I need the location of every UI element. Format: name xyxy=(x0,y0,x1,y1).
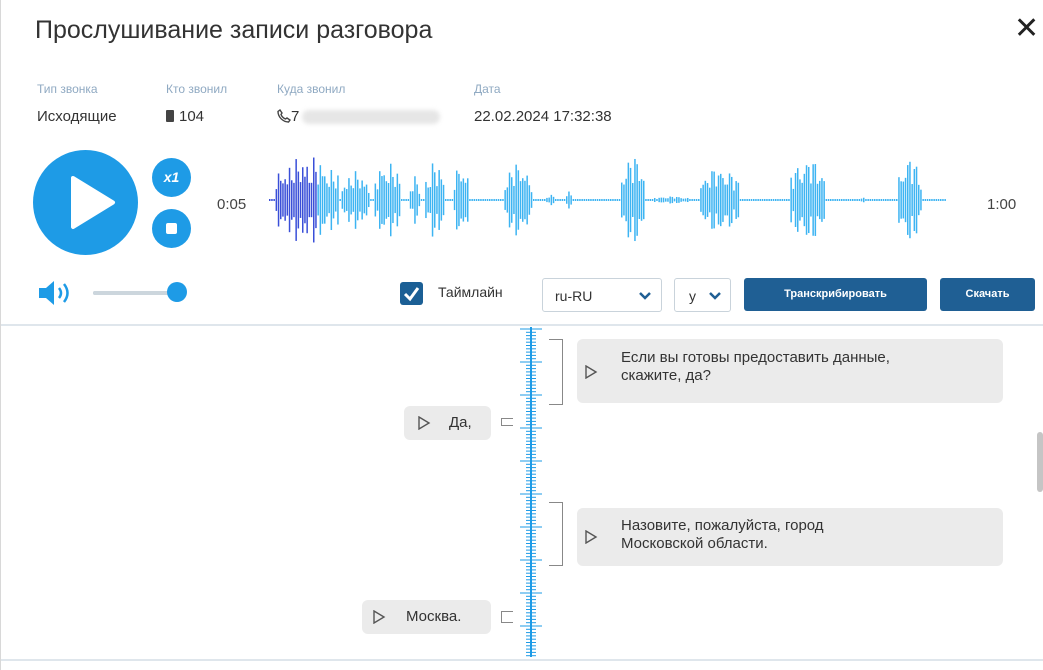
recording-dialog: Прослушивание записи разговора ✕ Тип зво… xyxy=(0,0,1043,670)
language-select-value: ru-RU xyxy=(555,288,593,304)
dialog-title: Прослушивание записи разговора xyxy=(35,16,433,44)
bubble-text: Москва. xyxy=(406,608,462,625)
second-select[interactable]: у xyxy=(674,278,731,312)
download-button[interactable]: Скачать xyxy=(940,278,1035,311)
transcript-bubble-operator: Назовите, пожалуйста, город Московской о… xyxy=(577,508,1003,566)
caller-value: 104 xyxy=(179,108,205,125)
speed-button[interactable]: x1 xyxy=(152,158,191,197)
waveform[interactable] xyxy=(269,150,949,250)
play-segment-icon[interactable] xyxy=(584,530,598,544)
blurred-phone-number xyxy=(302,110,441,125)
call-type-value: Исходящие xyxy=(37,108,117,125)
volume-slider-track[interactable] xyxy=(93,291,178,295)
transcript-bubble-operator: Если вы готовы предоставить данные, скаж… xyxy=(577,339,1003,403)
checkmark-icon xyxy=(403,287,420,302)
play-segment-icon[interactable] xyxy=(372,610,386,624)
call-type-label: Тип звонка xyxy=(37,82,98,96)
phone-device-icon xyxy=(166,110,174,122)
callee-value-wrap: 7 xyxy=(277,108,441,125)
bubble-text: Да, xyxy=(449,414,472,431)
segment-bracket xyxy=(549,502,563,566)
bottom-border xyxy=(1,659,1043,661)
chevron-down-icon xyxy=(639,292,651,300)
play-button[interactable] xyxy=(33,150,138,255)
bubble-text-line1: Назовите, пожалуйста, город xyxy=(621,517,824,534)
volume-icon[interactable] xyxy=(37,280,75,306)
play-segment-icon[interactable] xyxy=(417,416,431,430)
timeline-checkbox[interactable] xyxy=(400,282,423,305)
callee-value: 7 xyxy=(291,108,300,125)
transcribe-button[interactable]: Транскрибировать xyxy=(744,278,927,311)
caller-label: Кто звонил xyxy=(166,82,228,96)
segment-bracket xyxy=(549,339,563,405)
chevron-down-icon xyxy=(709,292,721,300)
timeline-label: Таймлайн xyxy=(438,284,503,300)
timeline-ruler xyxy=(520,327,542,657)
second-select-value: у xyxy=(689,288,696,304)
segment-mark xyxy=(501,418,513,426)
transcript-bubble-client: Да, xyxy=(404,406,491,440)
segment-mark xyxy=(501,611,513,623)
stop-button[interactable] xyxy=(152,209,191,248)
scrollbar-thumb[interactable] xyxy=(1037,432,1043,492)
transcript-bubble-client: Москва. xyxy=(362,600,491,634)
divider xyxy=(1,324,1043,326)
date-label: Дата xyxy=(474,82,501,96)
play-segment-icon[interactable] xyxy=(584,365,598,379)
bubble-text-line1: Если вы готовы предоставить данные, xyxy=(621,349,890,366)
total-time: 1:00 xyxy=(987,196,1017,213)
bubble-text-line2: скажите, да? xyxy=(621,367,711,384)
volume-slider-knob[interactable] xyxy=(167,282,187,302)
play-icon xyxy=(71,176,115,229)
caller-value-wrap: 104 xyxy=(166,108,204,125)
callee-label: Куда звонил xyxy=(277,82,346,96)
current-time: 0:05 xyxy=(217,196,247,213)
handset-icon xyxy=(277,108,292,123)
language-select[interactable]: ru-RU xyxy=(542,278,662,312)
bubble-text-line2: Московской области. xyxy=(621,535,768,552)
date-value: 22.02.2024 17:32:38 xyxy=(474,108,612,125)
close-icon[interactable]: ✕ xyxy=(1014,14,1039,44)
